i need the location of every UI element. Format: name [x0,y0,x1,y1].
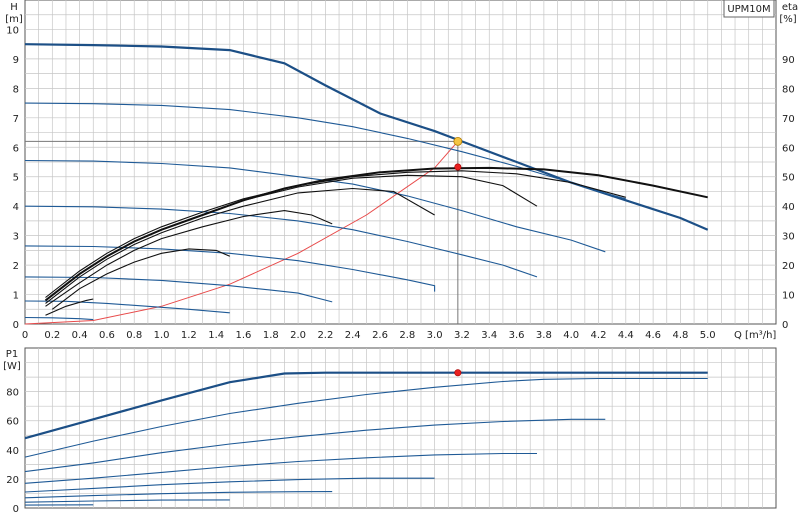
eta-tick-label: 30 [782,232,795,243]
flow-tick-label: 3.8 [536,330,552,341]
flow-tick-label: 1.2 [181,330,197,341]
flow-tick-label: 4.2 [591,330,607,341]
pump-model-legend: UPM10M [723,0,775,18]
head-tick-label: 1 [13,291,19,302]
flow-tick-label: 5.0 [700,330,716,341]
power-tick-label: 0 [13,504,19,515]
power-tick-label: 20 [6,475,19,486]
flow-tick-label: 0.2 [44,330,60,341]
flow-tick-label: 0.8 [126,330,142,341]
head-tick-label: 3 [13,232,19,243]
flow-tick-label: 2.4 [345,330,361,341]
eta-tick-label: 60 [782,143,795,154]
eta-axis-unit: [%] [779,14,796,25]
eta-tick-label: 10 [782,291,795,302]
power-axis-title: P1 [6,349,18,360]
flow-tick-label: 4.4 [618,330,634,341]
flow-tick-label: 3.2 [454,330,470,341]
head-tick-label: 6 [13,143,19,154]
power-tick-label: 80 [6,388,19,399]
power-axis-unit: [W] [3,361,21,372]
head-axis-title: H [10,2,18,13]
eta-tick-label: 70 [782,114,795,125]
chart-svg: 0 1 2 3 4 5 6 7 8 9 10 0 10 20 30 40 50 60 70 80 90 0 0.2 0.4 0.… [3,0,798,515]
flow-tick-label: 4.0 [563,330,579,341]
efficiency-operating-point [454,163,462,171]
flow-tick-label: 3.4 [481,330,497,341]
head-tick-label: 2 [13,261,19,272]
eta-tick-label: 20 [782,261,795,272]
head-axis-unit: [m] [5,14,23,25]
flow-tick-label: 0 [22,330,28,341]
flow-tick-label: 3.6 [509,330,525,341]
flow-tick-label: 1.0 [154,330,170,341]
power-operating-point [454,369,462,377]
head-tick-label: 9 [13,55,19,66]
flow-tick-label: 2.6 [372,330,388,341]
eta-axis-title: eta [782,2,798,13]
top-grid [24,0,777,325]
flow-tick-label: 1.4 [208,330,224,341]
head-tick-label: 8 [13,84,19,95]
flow-tick-label: 3.0 [427,330,443,341]
flow-tick-label: 0.4 [72,330,88,341]
flow-tick-label: 0.6 [99,330,115,341]
head-tick-label: 4 [13,202,19,213]
flow-tick-label: 4.8 [672,330,688,341]
flow-axis-title: Q [m³/h] [734,330,776,341]
eta-tick-label: 40 [782,202,795,213]
pump-curve-chart: 0 1 2 3 4 5 6 7 8 9 10 0 10 20 30 40 50 60 70 80 90 0 0.2 0.4 0.… [0,0,800,520]
flow-tick-label: 2.8 [399,330,415,341]
eta-tick-label: 0 [782,320,788,331]
head-tick-label: 7 [13,114,19,125]
flow-tick-label: 2.0 [290,330,306,341]
power-tick-label: 60 [6,417,19,428]
head-operating-point [453,136,463,146]
eta-tick-label: 90 [782,55,795,66]
head-tick-label: 10 [6,25,19,36]
head-tick-label: 5 [13,173,19,184]
pump-model-label: UPM10M [727,4,770,15]
eta-tick-label: 50 [782,173,795,184]
flow-tick-label: 1.6 [236,330,252,341]
head-tick-label: 0 [13,320,19,331]
flow-tick-label: 2.2 [317,330,333,341]
flow-tick-label: 4.6 [645,330,661,341]
eta-tick-label: 80 [782,84,795,95]
flow-tick-label: 1.8 [263,330,279,341]
power-tick-label: 40 [6,446,19,457]
